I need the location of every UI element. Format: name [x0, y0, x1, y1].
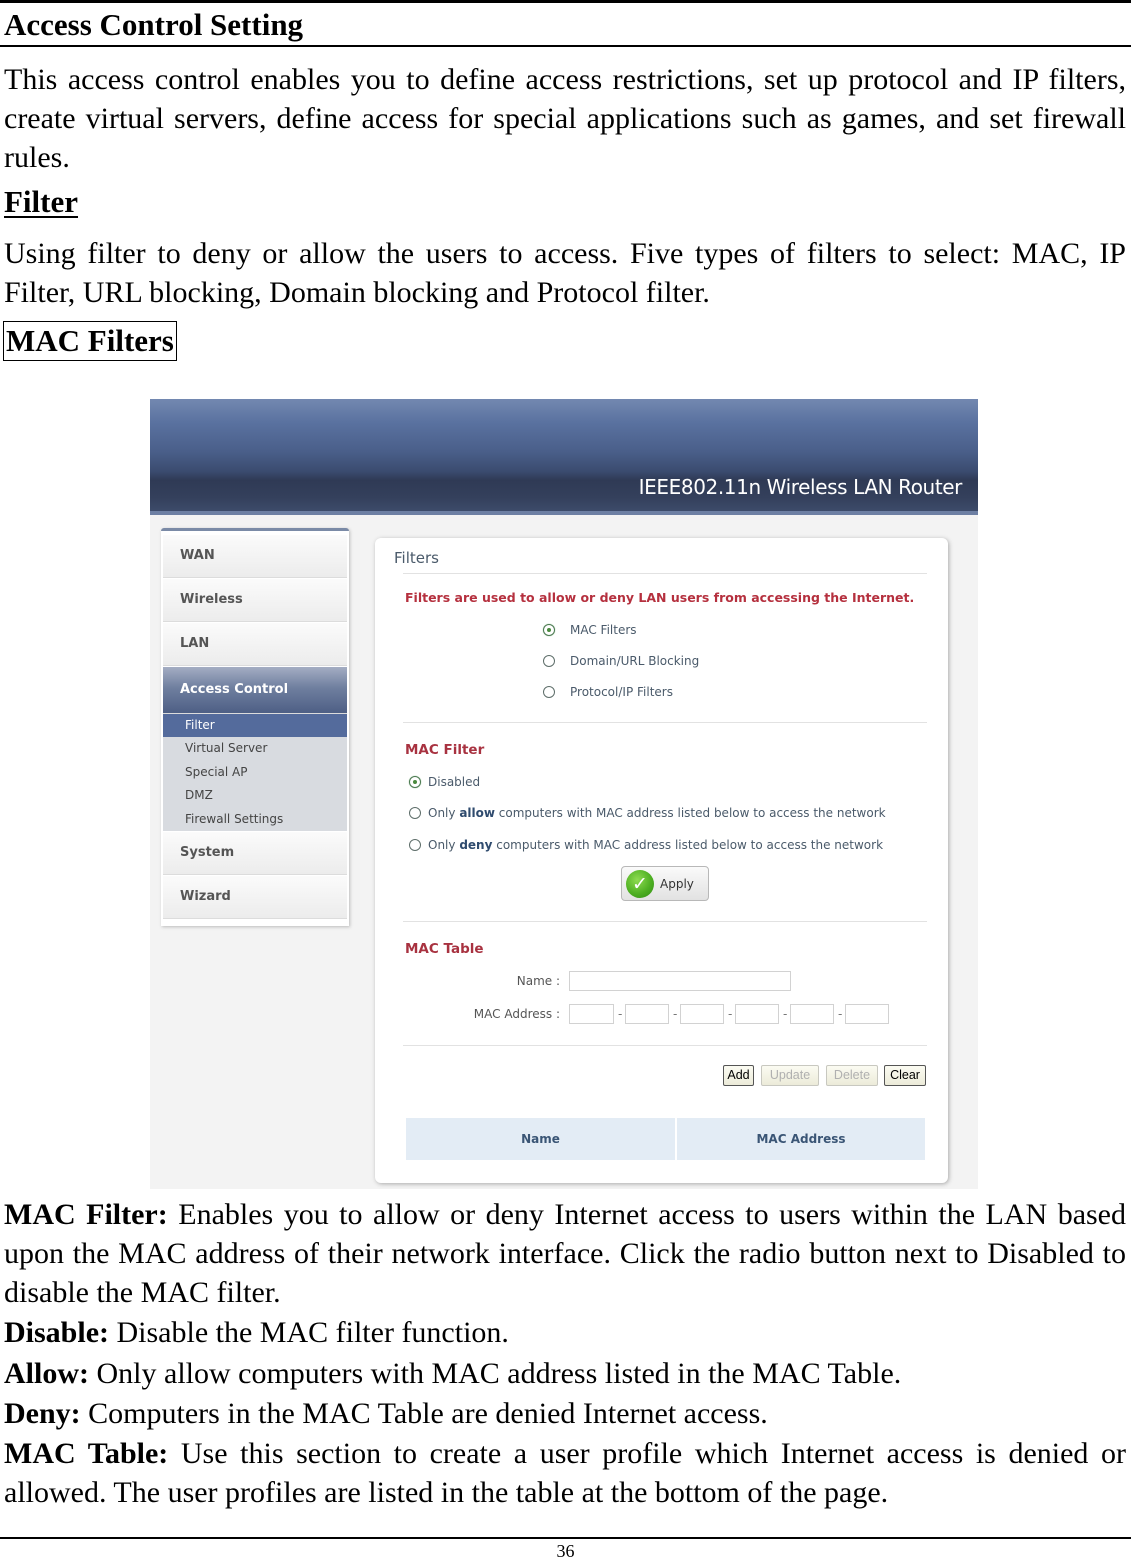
document-title: Access Control Setting: [4, 7, 304, 42]
submenu-item-label: Virtual Server: [185, 741, 268, 755]
allow-description: Allow: Only allow computers with MAC add…: [4, 1357, 902, 1390]
radio-only-deny[interactable]: [409, 839, 421, 851]
apply-label: Apply: [660, 877, 694, 891]
title-rule: [0, 45, 1131, 47]
add-button[interactable]: Add: [723, 1065, 754, 1086]
page-number: 36: [556, 1541, 575, 1559]
filters-note: Filters are used to allow or deny LAN us…: [405, 590, 915, 605]
submenu-item-label: DMZ: [185, 788, 213, 802]
mac-separator: -: [618, 1007, 623, 1021]
banner-divider: [150, 511, 978, 515]
radio-domain-url-blocking[interactable]: [543, 655, 555, 667]
mac-octet-5-input[interactable]: [790, 1004, 834, 1024]
radio-label-disabled: Disabled: [428, 775, 481, 789]
mac-table-title: MAC Table: [405, 941, 484, 957]
divider: [403, 921, 927, 922]
mac-filter-title: MAC Filter: [405, 742, 485, 758]
mac-table-description: MAC Table: Use this section to create a …: [4, 1437, 1127, 1509]
sidebar-item-label: Wizard: [180, 889, 231, 904]
submenu-item-firewall-settings[interactable]: Firewall Settings: [163, 808, 347, 831]
access-control-submenu: Filter Virtual Server Special AP DMZ Fir…: [163, 714, 347, 831]
mac-separator: -: [838, 1007, 843, 1021]
submenu-item-virtual-server[interactable]: Virtual Server: [163, 737, 347, 760]
apply-button[interactable]: ✓ Apply: [621, 866, 709, 901]
sidebar-item-label: Wireless: [180, 592, 243, 607]
submenu-item-label: Special AP: [185, 765, 248, 779]
sidebar-item-label: System: [180, 845, 235, 860]
filter-heading: Filter: [4, 184, 79, 219]
checkmark-icon: ✓: [626, 870, 654, 898]
submenu-item-dmz[interactable]: DMZ: [163, 784, 347, 807]
divider: [403, 573, 927, 574]
radio-label-mac-filters: MAC Filters: [570, 623, 637, 637]
router-banner: IEEE802.11n Wireless LAN Router: [150, 399, 978, 515]
sidebar-item-system[interactable]: System: [163, 832, 347, 875]
clear-button[interactable]: Clear: [884, 1065, 926, 1086]
intro-paragraph: This access control enables you to defin…: [4, 63, 1126, 174]
mac-filters-heading: MAC Filters: [3, 321, 177, 361]
name-label: Name :: [516, 974, 560, 988]
disable-description: Disable: Disable the MAC filter function…: [4, 1316, 509, 1349]
mac-octet-3-input[interactable]: [680, 1004, 724, 1024]
radio-label-only-allow: Only allow computers with MAC address li…: [428, 806, 886, 820]
footer-rule: [0, 1537, 1131, 1539]
filter-paragraph: Using filter to deny or allow the users …: [4, 237, 1126, 309]
sidebar-item-lan[interactable]: LAN: [163, 623, 347, 666]
radio-label-only-deny: Only deny computers with MAC address lis…: [428, 838, 884, 852]
sidebar-item-label: Access Control: [180, 682, 289, 697]
filters-panel: Filters Filters are used to allow or den…: [375, 538, 948, 1183]
radio-protocol-ip-filters[interactable]: [543, 686, 555, 698]
sidebar-item-wizard[interactable]: Wizard: [163, 876, 347, 919]
submenu-item-label: Firewall Settings: [185, 812, 284, 826]
mac-octet-1-input[interactable]: [569, 1004, 614, 1024]
radio-mac-filters[interactable]: [543, 624, 555, 636]
radio-only-allow[interactable]: [409, 807, 421, 819]
top-rule: [0, 0, 1131, 3]
panel-title: Filters: [394, 549, 439, 567]
name-input[interactable]: [569, 971, 791, 991]
radio-label-protocol-ip-filters: Protocol/IP Filters: [570, 685, 673, 699]
divider: [403, 722, 927, 723]
radio-disabled[interactable]: [409, 776, 421, 788]
deny-description: Deny: Computers in the MAC Table are den…: [4, 1397, 768, 1430]
sidebar-item-wireless[interactable]: Wireless: [163, 579, 347, 622]
router-screenshot: IEEE802.11n Wireless LAN Router WAN Wire…: [150, 399, 978, 1189]
sidebar-item-label: WAN: [180, 548, 215, 563]
mac-separator: -: [783, 1007, 788, 1021]
radio-label-domain-url-blocking: Domain/URL Blocking: [570, 654, 700, 668]
table-header-name: Name: [406, 1118, 675, 1160]
mac-octet-2-input[interactable]: [625, 1004, 669, 1024]
table-header-mac-address: MAC Address: [677, 1118, 925, 1160]
submenu-item-label: Filter: [185, 718, 215, 732]
sidebar-nav: WAN Wireless LAN Access Control Filter V…: [161, 528, 349, 926]
sidebar-item-label: LAN: [180, 636, 210, 651]
banner-title: IEEE802.11n Wireless LAN Router: [638, 475, 963, 499]
submenu-item-filter[interactable]: Filter: [163, 714, 347, 737]
mac-octet-4-input[interactable]: [735, 1004, 779, 1024]
submenu-item-special-ap[interactable]: Special AP: [163, 761, 347, 784]
sidebar-item-access-control[interactable]: Access Control: [163, 667, 347, 714]
sidebar-item-wan[interactable]: WAN: [163, 535, 347, 578]
mac-separator: -: [728, 1007, 733, 1021]
mac-octet-6-input[interactable]: [845, 1004, 889, 1024]
divider: [403, 1045, 927, 1046]
mac-address-label: MAC Address :: [473, 1007, 560, 1021]
update-button[interactable]: Update: [761, 1065, 819, 1086]
delete-button[interactable]: Delete: [826, 1065, 878, 1086]
mac-filter-description: MAC Filter: Enables you to allow or deny…: [4, 1198, 1126, 1309]
mac-separator: -: [673, 1007, 678, 1021]
